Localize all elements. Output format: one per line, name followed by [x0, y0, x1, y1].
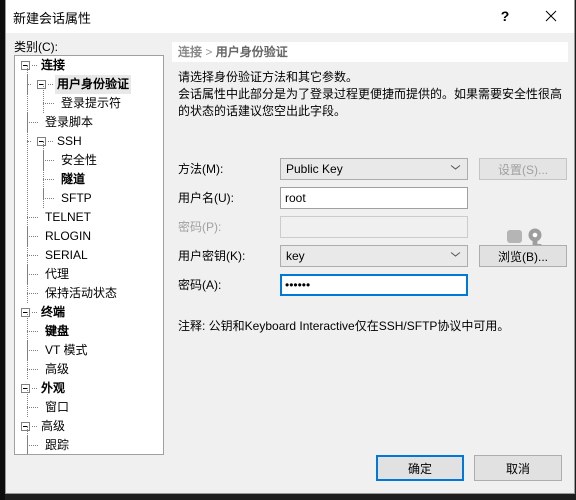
tree-connector: [27, 407, 38, 409]
method-value: Public Key: [286, 162, 343, 176]
tree-item[interactable]: 终端: [15, 303, 163, 322]
tree-item-label: 连接: [41, 58, 66, 72]
close-icon[interactable]: [528, 0, 574, 31]
tree-item[interactable]: 窗口: [15, 398, 163, 417]
session-properties-dialog: 新建会话属性 ? 类别(C): 连接 用户身份验证 登录提示符 登录脚本 SSH 安全性隧…: [5, 0, 575, 494]
category-label: 类别(C):: [14, 40, 58, 54]
password-input[interactable]: [280, 216, 468, 238]
cancel-button[interactable]: 取消: [474, 455, 562, 481]
tree-item-label: 跟踪: [45, 438, 70, 452]
breadcrumb-current: 用户身份验证: [215, 45, 288, 59]
chevron-down-icon: [451, 165, 460, 170]
tree-item-label: 高级: [41, 419, 66, 433]
note-text: 注释: 公钥和Keyboard Interactive仅在SSH/SFTP协议中…: [178, 319, 510, 333]
tree-item-label: VT 模式: [45, 343, 88, 357]
tree-item-label: TELNET: [45, 210, 92, 224]
tree-item[interactable]: 隧道: [15, 170, 163, 189]
tree-item[interactable]: RLOGIN: [15, 227, 163, 246]
title-bar: 新建会话属性 ?: [6, 0, 574, 33]
tree-item[interactable]: VT 模式: [15, 341, 163, 360]
tree-guide-line: [43, 141, 45, 199]
description-line-1: 请选择身份验证方法和其它参数。: [178, 70, 359, 84]
breadcrumb: 连接 > 用户身份验证: [172, 42, 568, 62]
tree-item[interactable]: 登录提示符: [15, 94, 163, 113]
tree-item[interactable]: 代理: [15, 265, 163, 284]
tree-item-label: 键盘: [45, 324, 70, 338]
tree-connector: [32, 65, 37, 67]
tree-item-label: 安全性: [61, 153, 98, 167]
tree-item-label: SFTP: [61, 191, 92, 205]
chevron-down-icon: [451, 252, 460, 257]
help-icon[interactable]: ?: [482, 0, 528, 31]
tree-connector: [27, 369, 38, 371]
settings-panel: 连接 > 用户身份验证 请选择身份验证方法和其它参数。 会话属性中此部分是为了登…: [172, 42, 568, 442]
tree-item[interactable]: SFTP: [15, 189, 163, 208]
tree-item[interactable]: 高级: [15, 360, 163, 379]
description-line-2: 会话属性中此部分是为了登录过程更便捷而提供的。如果需要安全性很高的状态的话建议您…: [178, 87, 563, 118]
tree-item-label: 终端: [41, 305, 66, 319]
tree-connector: [32, 426, 37, 428]
tree-item-label: 高级: [45, 362, 70, 376]
breadcrumb-parent: 连接: [178, 45, 203, 59]
tree-item[interactable]: 外观: [15, 379, 163, 398]
tree-item-label: SSH: [57, 134, 82, 148]
tree-connector: [48, 84, 53, 86]
tree-item[interactable]: 连接: [15, 56, 163, 75]
tree-item-label: 外观: [41, 381, 66, 395]
tree-item-label: 登录脚本: [45, 115, 94, 129]
tree-guide-line: [27, 388, 29, 407]
tree-item[interactable]: 跟踪: [15, 436, 163, 454]
method-combobox[interactable]: Public Key: [280, 158, 468, 180]
tree-item[interactable]: TELNET: [15, 208, 163, 227]
tree-guide-line: [27, 65, 29, 303]
tree-connector: [43, 103, 54, 105]
tree-guide-line: [43, 84, 45, 103]
tree-item[interactable]: 键盘: [15, 322, 163, 341]
passphrase-label: 密码(A):: [178, 278, 222, 292]
tree-item-label: 窗口: [45, 400, 70, 414]
tree-item[interactable]: SSH: [15, 132, 163, 151]
tree-item-label: 代理: [45, 267, 70, 281]
category-tree[interactable]: 连接用户身份验证登录提示符登录脚本 SSH 安全性隧道 SFTP TELNET RLOGI…: [14, 55, 164, 455]
tree-item-label: SERIAL: [45, 248, 88, 262]
username-input[interactable]: [280, 187, 468, 209]
tree-guide-line: [27, 426, 29, 454]
tree-connector: [32, 388, 37, 390]
ok-button[interactable]: 确定: [376, 455, 464, 481]
tree-item[interactable]: 保持活动状态: [15, 284, 163, 303]
passphrase-input[interactable]: [280, 274, 468, 296]
username-label: 用户名(U):: [178, 191, 234, 205]
tree-item-label: 用户身份验证: [55, 75, 132, 94]
breadcrumb-separator: >: [202, 45, 216, 59]
window-title: 新建会话属性: [13, 11, 92, 26]
tree-item[interactable]: SERIAL: [15, 246, 163, 265]
tree-item-label: 登录提示符: [61, 96, 122, 110]
tree-connector: [32, 312, 37, 314]
settings-button[interactable]: 设置(S)...: [479, 158, 567, 180]
tree-item[interactable]: 登录脚本: [15, 113, 163, 132]
tree-item[interactable]: 高级: [15, 417, 163, 436]
tree-item[interactable]: 安全性: [15, 151, 163, 170]
tree-item[interactable]: 用户身份验证: [15, 75, 163, 94]
password-label: 密码(P):: [178, 220, 222, 234]
tree-guide-line: [27, 312, 29, 369]
browse-button[interactable]: 浏览(B)...: [479, 245, 567, 267]
userkey-value: key: [286, 249, 305, 263]
tree-connector: [48, 141, 53, 143]
userkey-combobox[interactable]: key: [280, 245, 468, 267]
help-glyph: ?: [500, 7, 510, 24]
tree-item-label: RLOGIN: [45, 229, 92, 243]
close-glyph: [545, 10, 557, 21]
method-label: 方法(M):: [178, 162, 224, 176]
tree-item-label: 保持活动状态: [45, 286, 118, 300]
tree-item-label: 隧道: [61, 172, 86, 186]
userkey-label: 用户密钥(K):: [178, 249, 246, 263]
